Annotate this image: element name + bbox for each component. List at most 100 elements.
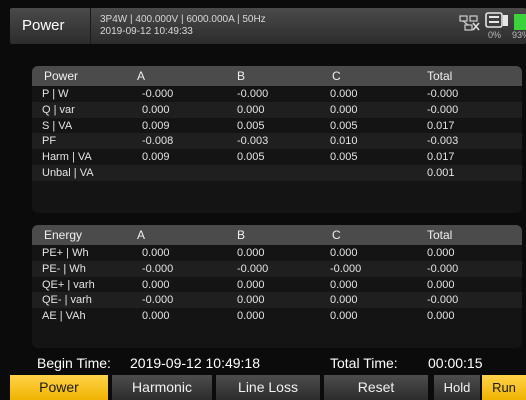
row-label: P | W (42, 88, 69, 100)
table-row: PE+ | Wh 0.000 0.000 0.000 0.000 (32, 245, 522, 261)
row-label: PF (42, 135, 57, 148)
cell-value: 0.000 (142, 278, 170, 291)
col-header: Energy (44, 228, 83, 242)
cell-value: -0.000 (237, 88, 269, 100)
cell-value: 0.000 (330, 247, 358, 259)
power-table-header: Power A B C Total (32, 66, 522, 86)
cell-value: -0.000 (142, 88, 174, 100)
cell-value: -0.003 (237, 135, 269, 148)
cell-value: 0.000 (330, 278, 358, 291)
table-row: Harm | VA 0.009 0.005 0.005 0.017 (32, 149, 522, 165)
table-row: P | W -0.000 -0.000 0.000 -0.000 (32, 86, 522, 102)
row-label: PE+ | Wh (42, 247, 89, 259)
cell-value: 0.005 (330, 151, 358, 164)
total-time-label: Total Time: (330, 355, 398, 371)
row-label: PE- | Wh (42, 262, 86, 275)
begin-time-value: 2019-09-12 10:49:18 (130, 355, 260, 371)
col-header: Total (427, 69, 453, 83)
col-header: C (332, 69, 341, 83)
cell-value: 0.000 (237, 278, 265, 291)
cell-value: 0.000 (330, 294, 358, 307)
cell-value: 0.000 (427, 247, 455, 259)
sd-usage: 0% (488, 30, 502, 40)
cell-value: 0.000 (142, 103, 170, 116)
col-header: B (237, 69, 246, 83)
sd-card-icon (485, 12, 508, 28)
cell-value: 0.010 (330, 135, 358, 148)
measurement-info: 3P4W | 400.000V | 6000.000A | 50Hz 2019-… (100, 14, 266, 38)
row-label: Unbal | VA (42, 166, 94, 179)
row-label: QE+ | varh (42, 278, 95, 291)
col-header: A (137, 69, 146, 83)
table-row: Unbal | VA 0.001 (32, 164, 522, 181)
cell-value: -0.000 (427, 262, 459, 275)
cell-value: 0.000 (427, 278, 455, 291)
battery-level: 93% (512, 30, 526, 40)
header-divider (90, 8, 91, 44)
col-header: Total (427, 228, 453, 242)
cell-value: -0.003 (427, 135, 459, 148)
cell-value: 0.017 (427, 119, 455, 132)
table-row: PF -0.008 -0.003 0.010 -0.003 (32, 133, 522, 150)
harmonic-button[interactable]: Harmonic (112, 375, 212, 400)
cell-value: 0.005 (237, 151, 265, 164)
cell-value: -0.000 (237, 262, 269, 275)
col-header: B (237, 228, 246, 242)
cell-value: 0.000 (330, 310, 358, 323)
cell-value: -0.000 (427, 88, 459, 100)
cell-value: 0.000 (142, 310, 170, 323)
line-loss-button[interactable]: Line Loss (216, 375, 320, 400)
cell-value: -0.000 (427, 294, 459, 307)
cell-value: 0.017 (427, 151, 455, 164)
cell-value: -0.000 (427, 103, 459, 116)
row-label: Harm | VA (42, 151, 92, 164)
cell-value: 0.000 (142, 247, 170, 259)
bottom-toolbar: Power Harmonic Line Loss Reset Hold Run (10, 375, 526, 400)
wiring-config: 3P4W | 400.000V | 6000.000A | 50Hz (100, 14, 266, 25)
table-row: QE- | varh -0.000 0.000 0.000 -0.000 (32, 292, 522, 309)
col-header: A (137, 228, 146, 242)
reset-button[interactable]: Reset (324, 375, 428, 400)
cell-value: 0.005 (237, 119, 265, 132)
row-label: QE- | varh (42, 294, 92, 307)
header-bar: Power 3P4W | 400.000V | 6000.000A | 50Hz… (10, 8, 526, 44)
row-label: AE | VAh (42, 310, 86, 323)
cell-value: -0.008 (142, 135, 174, 148)
total-time-value: 00:00:15 (428, 355, 483, 371)
cell-value: 0.000 (237, 294, 265, 307)
page-title: Power (22, 17, 65, 34)
cell-value: 0.000 (330, 88, 358, 100)
cell-value: 0.009 (142, 151, 170, 164)
begin-time-label: Begin Time: (37, 355, 111, 371)
table-row: S | VA 0.009 0.005 0.005 0.017 (32, 118, 522, 134)
cell-value: -0.000 (142, 294, 174, 307)
table-row: AE | VAh 0.000 0.000 0.000 0.000 (32, 308, 522, 324)
table-row: Q | var 0.000 0.000 0.000 -0.000 (32, 101, 522, 118)
power-button[interactable]: Power (10, 375, 108, 400)
cell-value: 0.001 (427, 166, 455, 179)
run-button[interactable]: Run (482, 375, 526, 400)
cell-value: 0.009 (142, 119, 170, 132)
hold-button[interactable]: Hold (434, 375, 480, 400)
battery-icon (514, 14, 526, 30)
cell-value: 0.000 (330, 103, 358, 116)
row-label: S | VA (42, 119, 73, 132)
energy-table-header: Energy A B C Total (32, 225, 522, 245)
network-disconnected-icon (459, 15, 480, 31)
row-label: Q | var (42, 103, 75, 116)
app-frame: Power 3P4W | 400.000V | 6000.000A | 50Hz… (0, 0, 526, 400)
cell-value: 0.005 (330, 119, 358, 132)
cell-value: 0.000 (237, 247, 265, 259)
table-row: QE+ | varh 0.000 0.000 0.000 0.000 (32, 277, 522, 293)
col-header: C (332, 228, 341, 242)
col-header: Power (44, 69, 79, 83)
datetime: 2019-09-12 10:49:33 (100, 26, 193, 37)
cell-value: -0.000 (330, 262, 362, 275)
table-row: PE- | Wh -0.000 -0.000 -0.000 -0.000 (32, 260, 522, 277)
power-table: Power A B C Total P | W -0.000 -0.000 0.… (32, 66, 522, 213)
cell-value: 0.000 (237, 310, 265, 323)
cell-value: 0.000 (237, 103, 265, 116)
energy-table: Energy A B C Total PE+ | Wh 0.000 0.000 … (32, 225, 522, 348)
cell-value: -0.000 (142, 262, 174, 275)
cell-value: 0.000 (427, 310, 455, 323)
